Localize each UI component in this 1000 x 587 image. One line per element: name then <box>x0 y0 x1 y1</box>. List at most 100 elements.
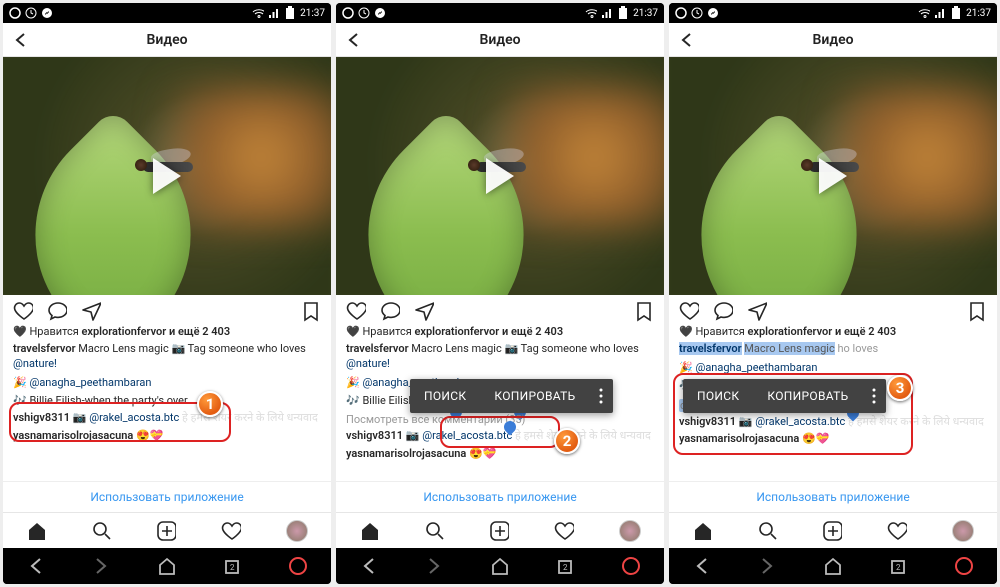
add-post-tab[interactable] <box>822 521 842 541</box>
add-post-tab[interactable] <box>156 521 176 541</box>
comment-button[interactable] <box>713 301 733 321</box>
home-tab[interactable] <box>359 521 379 541</box>
comment-row[interactable]: vshigv8311 📷 @rakel_acosta.btc हे हमसे श… <box>336 429 664 447</box>
nav-home[interactable] <box>489 555 511 577</box>
like-button[interactable] <box>346 301 366 321</box>
nav-back[interactable] <box>358 555 380 577</box>
menu-more-icon[interactable] <box>862 379 886 413</box>
menu-more-icon[interactable] <box>589 379 613 413</box>
shazam-icon <box>707 7 719 19</box>
shazam-icon <box>41 7 53 19</box>
share-button[interactable] <box>81 301 101 321</box>
browser-nav: 2 <box>669 548 997 584</box>
home-tab[interactable] <box>692 521 712 541</box>
page-title: Видео <box>146 32 187 48</box>
mention-link[interactable]: @rakel_acosta.btc <box>422 429 512 442</box>
search-tab[interactable] <box>424 521 444 541</box>
profile-tab[interactable] <box>286 520 308 542</box>
mention-link[interactable]: @anagha_peethambaran <box>695 361 817 374</box>
comment-row[interactable]: 🎉 @anagha_peethambaran <box>3 376 331 394</box>
menu-search[interactable]: ПОИСК <box>683 379 753 413</box>
likes-row[interactable]: 🖤 Нравится explorationfervor и ещё 2 403 <box>336 325 664 342</box>
opera-menu[interactable] <box>620 555 642 577</box>
comment-row[interactable]: vshigv8311 📷 @rakel_acosta.btc हे हमसे श… <box>669 415 997 433</box>
video-player[interactable] <box>3 57 331 295</box>
opera-menu[interactable] <box>287 555 309 577</box>
comment-row[interactable]: yasnamarisolrojasacuna 😍💝 <box>336 447 664 465</box>
mention-link[interactable]: @rakel_acosta.btc <box>89 411 179 424</box>
comment-row[interactable]: 🎉 @anagha_peethambaran <box>669 361 997 379</box>
hashtag-link[interactable]: @nature! <box>13 357 57 370</box>
nav-forward[interactable] <box>90 555 112 577</box>
comment-button[interactable] <box>380 301 400 321</box>
comment-row[interactable]: yasnamarisolrojasacuna 😍💝 <box>669 432 997 450</box>
menu-copy[interactable]: КОПИРОВАТЬ <box>480 379 589 413</box>
nav-home[interactable] <box>822 555 844 577</box>
post-actions <box>669 295 997 325</box>
phone-screen-2: 21:37 Видео 🖤 Нравится explorationfervor… <box>336 3 664 584</box>
view-all-comments[interactable]: Посмотреть все комментарии (35) <box>336 411 664 429</box>
opera-indicator-icon <box>675 7 687 19</box>
play-icon[interactable] <box>486 158 514 194</box>
mention-link[interactable]: @rakel_acosta.btc <box>755 415 845 428</box>
svg-text:2: 2 <box>230 563 235 572</box>
step-badge-3: 3 <box>887 375 913 401</box>
nav-back[interactable] <box>691 555 713 577</box>
activity-tab[interactable] <box>887 521 907 541</box>
search-tab[interactable] <box>757 521 777 541</box>
mention-link[interactable]: @anagha_peethambaran <box>29 376 151 389</box>
use-app-link[interactable]: Использовать приложение <box>669 481 997 512</box>
bookmark-button[interactable] <box>301 301 321 321</box>
hashtag-link[interactable]: @nature! <box>346 357 390 370</box>
menu-copy[interactable]: КОПИРОВАТЬ <box>753 379 862 413</box>
use-app-link[interactable]: Использовать приложение <box>3 481 331 512</box>
activity-tab[interactable] <box>221 521 241 541</box>
share-button[interactable] <box>747 301 767 321</box>
status-bar: 21:37 <box>3 3 331 23</box>
comment-button[interactable] <box>47 301 67 321</box>
add-post-tab[interactable] <box>489 521 509 541</box>
clock-icon <box>358 7 370 19</box>
share-button[interactable] <box>414 301 434 321</box>
home-tab[interactable] <box>26 521 46 541</box>
profile-tab[interactable] <box>619 520 641 542</box>
activity-tab[interactable] <box>554 521 574 541</box>
play-icon[interactable] <box>153 158 181 194</box>
use-app-link[interactable]: Использовать приложение <box>336 481 664 512</box>
profile-tab[interactable] <box>952 520 974 542</box>
status-bar: 21:37 <box>336 3 664 23</box>
like-button[interactable] <box>679 301 699 321</box>
like-button[interactable] <box>13 301 33 321</box>
comment-row[interactable]: yasnamarisolrojasacuna 😍💝 <box>3 429 331 447</box>
nav-tabs[interactable]: 2 <box>555 555 577 577</box>
status-time: 21:37 <box>300 8 325 19</box>
back-button[interactable] <box>344 30 364 50</box>
step-badge-1: 1 <box>197 391 223 417</box>
video-player[interactable] <box>336 57 664 295</box>
signal-icon <box>934 7 946 19</box>
nav-tabs[interactable]: 2 <box>222 555 244 577</box>
opera-menu[interactable] <box>953 555 975 577</box>
search-tab[interactable] <box>91 521 111 541</box>
nav-back[interactable] <box>25 555 47 577</box>
video-player[interactable] <box>669 57 997 295</box>
status-time: 21:37 <box>966 8 991 19</box>
signal-icon <box>601 7 613 19</box>
bookmark-button[interactable] <box>634 301 654 321</box>
comment-row[interactable]: vshigv8311 📷 @rakel_acosta.btc हे हमसे श… <box>3 411 331 429</box>
back-button[interactable] <box>677 30 697 50</box>
nav-forward[interactable] <box>756 555 778 577</box>
nav-forward[interactable] <box>423 555 445 577</box>
opera-indicator-icon <box>342 7 354 19</box>
app-header: Видео <box>3 23 331 57</box>
menu-search[interactable]: ПОИСК <box>410 379 480 413</box>
likes-row[interactable]: 🖤 Нравится explorationfervor и ещё 2 403 <box>3 325 331 342</box>
play-icon[interactable] <box>819 158 847 194</box>
nav-tabs[interactable]: 2 <box>888 555 910 577</box>
comment-row[interactable]: 🎶 Billie Eilish-when the party's over <box>3 394 331 412</box>
nav-home[interactable] <box>156 555 178 577</box>
likes-row[interactable]: 🖤 Нравится explorationfervor и ещё 2 403 <box>669 325 997 342</box>
back-button[interactable] <box>11 30 31 50</box>
bookmark-button[interactable] <box>967 301 987 321</box>
post-caption: travelsfervor Macro Lens magic ho loves <box>669 342 997 361</box>
